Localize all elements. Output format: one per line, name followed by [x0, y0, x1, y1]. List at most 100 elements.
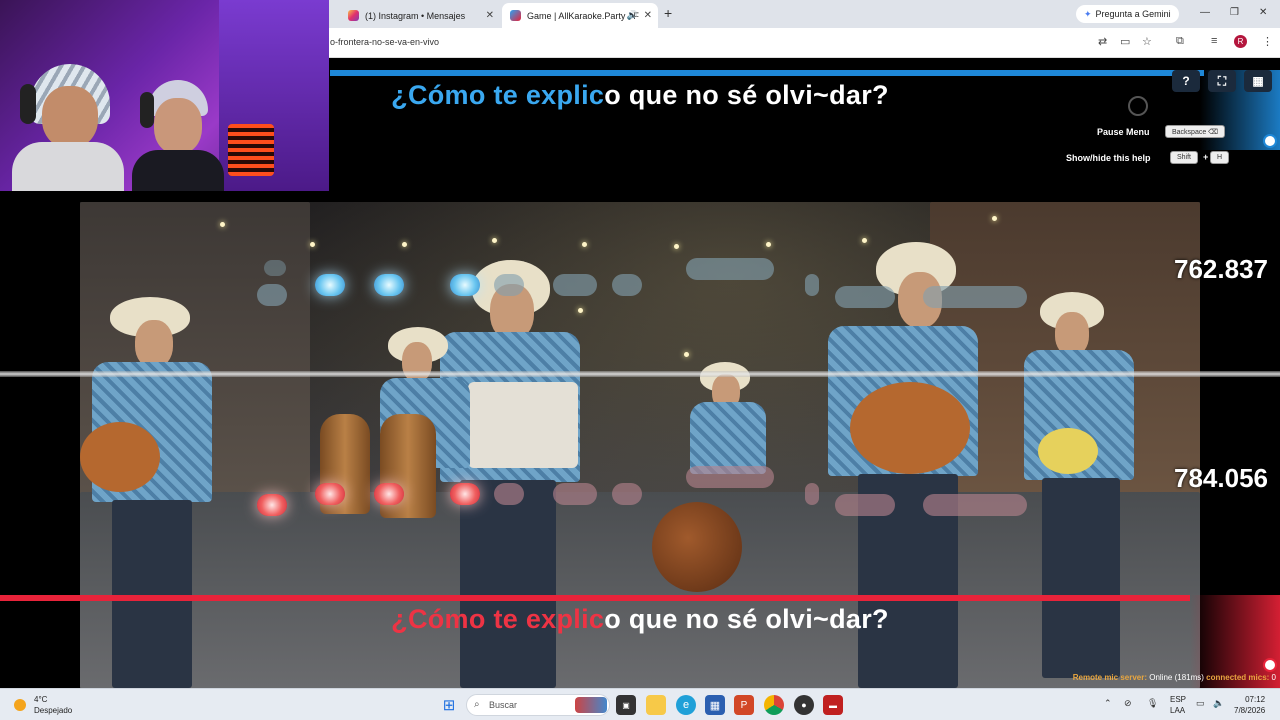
store-icon[interactable]: ▦ — [705, 695, 725, 715]
reading-list-icon[interactable]: ≡ — [1211, 35, 1217, 47]
network-off-icon[interactable]: ⊘ — [1124, 698, 1132, 709]
screen: (1) Instagram • Mensajes ✕ Game | AllKar… — [0, 0, 1280, 720]
gemini-icon: ✦ — [1084, 8, 1092, 19]
instagram-icon — [348, 10, 359, 21]
note-p2-sung — [257, 494, 287, 516]
search-placeholder: Buscar — [489, 700, 518, 710]
edge-icon[interactable]: e — [676, 695, 696, 715]
allkaraoke-icon — [510, 10, 521, 21]
weather-widget[interactable]: 4°C Despejado — [34, 694, 72, 716]
close-tab-icon[interactable]: ✕ — [644, 10, 652, 21]
connected-mics-count: 0 — [1271, 673, 1276, 682]
keyboard-layout: LAA — [1170, 706, 1186, 715]
string-light — [684, 352, 689, 357]
fullscreen-button[interactable]: ⛶ — [1208, 70, 1236, 92]
weather-temp: 4°C — [34, 695, 48, 704]
string-light — [766, 242, 771, 247]
note-p1-sung — [450, 274, 480, 296]
restore-icon[interactable]: ❐ — [1230, 7, 1239, 18]
tab-instagram[interactable]: (1) Instagram • Mensajes ✕ — [340, 3, 500, 28]
note-p1 — [494, 274, 524, 296]
note-p1 — [264, 260, 286, 276]
lyric-unsung-part: o que no sé olvi~dar? — [604, 80, 889, 110]
note-p1 — [553, 274, 597, 296]
string-light — [492, 238, 497, 243]
taskbar-search[interactable]: ⌕ Buscar — [466, 694, 610, 716]
app-icon[interactable]: ▬ — [823, 695, 843, 715]
gemini-button[interactable]: ✦ Pregunta a Gemini — [1076, 5, 1179, 23]
start-icon[interactable]: ⊞ — [439, 695, 459, 715]
profile-avatar[interactable]: R — [1234, 35, 1247, 48]
remote-mic-value: Online (181ms) — [1149, 673, 1204, 682]
streamer-right — [132, 80, 224, 191]
lyric-unsung-part: o que no sé olvi~dar? — [604, 604, 889, 634]
cast-icon[interactable]: ▭ — [1120, 35, 1130, 48]
note-p2-sung — [374, 483, 404, 505]
weather-icon — [14, 699, 26, 711]
search-highlight-icon — [575, 697, 607, 713]
toggle-help-label: Show/hide this help — [1066, 153, 1151, 163]
remote-mic-status: Remote mic server: Online (181ms) connec… — [1073, 673, 1276, 682]
webcam-overlay — [0, 0, 329, 191]
player2-progress-bar — [0, 595, 1190, 601]
close-tab-icon[interactable]: ✕ — [486, 10, 494, 21]
new-tab-button[interactable]: + — [664, 5, 672, 21]
clock-time: 07:12 — [1245, 695, 1266, 704]
key-plus: + — [1203, 152, 1209, 162]
speaker-icon[interactable]: 🔊 — [627, 10, 638, 21]
search-icon: ⌕ — [474, 699, 480, 710]
windows-taskbar: 4°C Despejado ⊞ ⌕ Buscar ▣ e ▦ P ● ▬ ⌃ ⊘… — [0, 688, 1280, 720]
note-p1 — [257, 284, 287, 306]
tab-label: Game | AllKaraoke.Party - F — [527, 10, 639, 21]
string-light — [862, 238, 867, 243]
note-p2 — [494, 483, 524, 505]
player1-pitch-indicator — [1263, 134, 1277, 148]
note-p1 — [686, 258, 774, 280]
minimize-icon[interactable]: — — [1200, 7, 1210, 18]
webcam-lamp — [228, 124, 274, 176]
microphone-icon[interactable]: 🎙 — [1147, 698, 1158, 709]
translate-icon[interactable]: ⇄ — [1098, 35, 1107, 48]
powerpoint-icon[interactable]: P — [734, 695, 754, 715]
display-icon[interactable]: ▭ — [1196, 698, 1205, 709]
string-light — [310, 242, 315, 247]
system-clock[interactable]: 07:12 7/8/2026 — [1234, 694, 1265, 716]
gemini-label: Pregunta a Gemini — [1095, 9, 1171, 19]
help-button[interactable]: ? — [1172, 70, 1200, 92]
backspace-key-hint: Backspace ⌫ — [1165, 125, 1226, 138]
task-view-icon[interactable]: ▣ — [616, 695, 636, 715]
qr-code-button[interactable]: ▦ — [1244, 70, 1272, 92]
clock-date: 7/8/2026 — [1234, 706, 1266, 715]
language-code: ESP — [1170, 695, 1187, 704]
string-light — [402, 242, 407, 247]
connected-mics-label: connected mics: — [1206, 673, 1270, 682]
extensions-icon[interactable]: ⧉ — [1176, 35, 1184, 48]
menu-kebab-icon[interactable]: ⋮ — [1262, 35, 1273, 48]
tray-chevron-icon[interactable]: ⌃ — [1104, 698, 1112, 709]
bookmark-star-icon[interactable]: ☆ — [1142, 35, 1152, 48]
obs-icon[interactable]: ● — [794, 695, 814, 715]
lyric-sung-part: ¿Cómo te explic — [391, 604, 605, 634]
lyric-player2: ¿Cómo te explico que no sé olvi~dar? — [0, 604, 1280, 635]
note-p2 — [835, 494, 895, 516]
file-explorer-icon[interactable] — [646, 695, 666, 715]
address-bar[interactable]: o-frontera-no-se-va-en-vivo — [330, 37, 439, 47]
note-p1-sung — [374, 274, 404, 296]
note-p2-sung — [315, 483, 345, 505]
chrome-icon[interactable] — [764, 695, 784, 715]
note-p2 — [612, 483, 642, 505]
tab-allkaraoke[interactable]: Game | AllKaraoke.Party - F 🔊 ✕ — [502, 3, 658, 28]
language-indicator[interactable]: ESP LAA — [1170, 694, 1186, 716]
tab-label: (1) Instagram • Mensajes — [365, 10, 466, 21]
loading-spinner — [1128, 96, 1148, 116]
close-window-icon[interactable]: ✕ — [1259, 7, 1267, 18]
note-p2 — [805, 483, 819, 505]
string-light — [582, 242, 587, 247]
streamer-left — [12, 64, 124, 191]
pause-menu-label: Pause Menu — [1097, 127, 1150, 137]
note-p1 — [612, 274, 642, 296]
note-p2 — [553, 483, 597, 505]
player2-score: 784.056 — [1174, 463, 1268, 493]
note-p1 — [835, 286, 895, 308]
volume-icon[interactable]: 🔈 — [1213, 698, 1224, 709]
